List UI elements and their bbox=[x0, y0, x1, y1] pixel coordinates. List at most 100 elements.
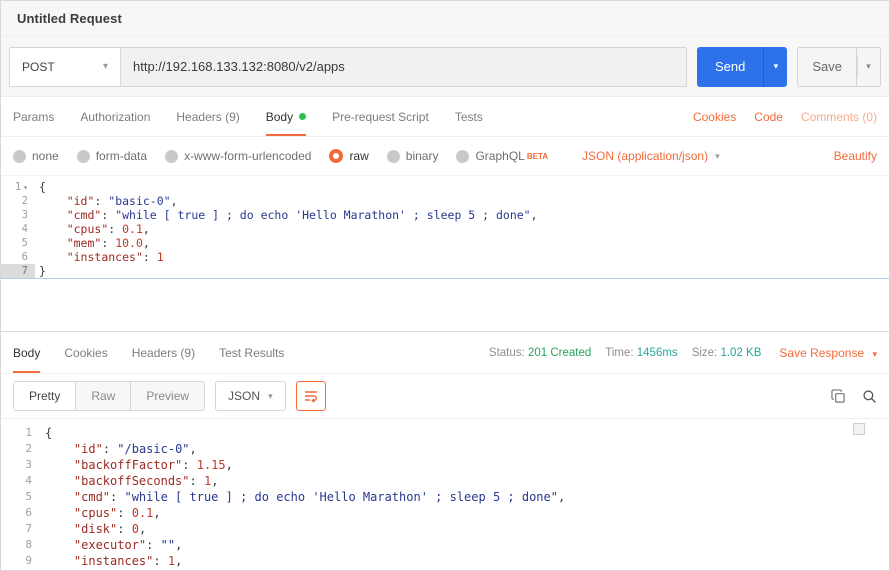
line-number: 5 bbox=[1, 489, 41, 505]
response-tab-test-results[interactable]: Test Results bbox=[219, 332, 284, 373]
line-number: 9 bbox=[1, 553, 41, 569]
line-number: 2 bbox=[1, 194, 35, 208]
copy-icon bbox=[831, 389, 846, 404]
code-line: 1{ bbox=[1, 425, 889, 441]
body-type-none[interactable]: none bbox=[13, 149, 59, 163]
response-meta: Status: 201 Created Time: 1456ms Size: 1… bbox=[475, 332, 877, 373]
body-type-graphql[interactable]: GraphQL BETA bbox=[456, 149, 548, 163]
code-text: "id": "/basic-0", bbox=[41, 441, 197, 457]
code-line: 3 "backoffFactor": 1.15, bbox=[1, 457, 889, 473]
code-text: } bbox=[35, 264, 46, 278]
response-body-viewer[interactable]: 1{2 "id": "/basic-0",3 "backoffFactor": … bbox=[1, 419, 889, 570]
send-button-group: Send ▾ bbox=[697, 47, 787, 87]
cookies-link[interactable]: Cookies bbox=[693, 110, 736, 124]
line-number: 7 bbox=[1, 264, 35, 278]
tab-headers[interactable]: Headers (9) bbox=[176, 97, 239, 136]
response-format-select[interactable]: JSON ▾ bbox=[215, 381, 286, 411]
code-text: "executor": "", bbox=[41, 537, 182, 553]
method-select[interactable]: POST ▾ bbox=[9, 47, 121, 87]
code-text: "labels": {}, bbox=[41, 569, 168, 570]
postman-request-window: Untitled Request POST ▾ Send ▾ Save ▾ Pa… bbox=[1, 1, 889, 570]
response-toolbar-right bbox=[815, 389, 877, 404]
search-response-button[interactable] bbox=[862, 389, 877, 404]
code-line: 8 "executor": "", bbox=[1, 537, 889, 553]
request-title-bar: Untitled Request bbox=[1, 1, 889, 37]
body-type-binary[interactable]: binary bbox=[387, 149, 439, 163]
tab-params[interactable]: Params bbox=[13, 97, 54, 136]
code-text: "cpus": 0.1, bbox=[35, 222, 150, 236]
view-raw-button[interactable]: Raw bbox=[75, 381, 131, 411]
response-scrollbar-thumb[interactable] bbox=[853, 423, 865, 435]
line-number: 2 bbox=[1, 441, 41, 457]
beautify-link[interactable]: Beautify bbox=[834, 149, 877, 163]
code-link[interactable]: Code bbox=[754, 110, 783, 124]
fold-toggle-icon[interactable]: ▾ bbox=[23, 183, 28, 192]
tab-pre-request-script[interactable]: Pre-request Script bbox=[332, 97, 429, 136]
radio-icon bbox=[77, 150, 90, 163]
line-number: 1 bbox=[1, 425, 41, 441]
copy-response-button[interactable] bbox=[831, 389, 846, 404]
request-url-bar: POST ▾ Send ▾ Save ▾ bbox=[1, 37, 889, 97]
response-header: Body Cookies Headers (9) Test Results St… bbox=[1, 331, 889, 373]
beta-badge: BETA bbox=[527, 152, 548, 161]
code-line: 2 "id": "/basic-0", bbox=[1, 441, 889, 457]
body-type-bar: none form-data x-www-form-urlencoded raw… bbox=[1, 137, 889, 175]
code-line: 7} bbox=[1, 264, 889, 278]
radio-icon bbox=[165, 150, 178, 163]
code-line: 10 "labels": {}, bbox=[1, 569, 889, 570]
wrap-text-button[interactable] bbox=[296, 381, 326, 411]
save-button[interactable]: Save bbox=[797, 47, 857, 87]
line-number: 3 bbox=[1, 208, 35, 222]
code-text: "cmd": "while [ true ] ; do echo 'Hello … bbox=[41, 489, 565, 505]
code-line: 6 "instances": 1 bbox=[1, 250, 889, 264]
url-input[interactable] bbox=[121, 47, 687, 87]
chevron-down-icon: ▾ bbox=[866, 61, 871, 71]
code-text: { bbox=[41, 425, 52, 441]
line-number: 3 bbox=[1, 457, 41, 473]
tab-tests[interactable]: Tests bbox=[455, 97, 483, 136]
line-number: 7 bbox=[1, 521, 41, 537]
method-select-value: POST bbox=[22, 60, 55, 74]
line-number: 6 bbox=[1, 505, 41, 521]
request-tabs-right: Cookies Code Comments (0) bbox=[675, 97, 877, 136]
code-line: 9 "instances": 1, bbox=[1, 553, 889, 569]
code-text: "id": "basic-0", bbox=[35, 194, 178, 208]
content-type-select[interactable]: JSON (application/json) ▾ bbox=[582, 149, 720, 163]
code-line: 5 "cmd": "while [ true ] ; do echo 'Hell… bbox=[1, 489, 889, 505]
view-pretty-button[interactable]: Pretty bbox=[13, 381, 76, 411]
code-line: 3 "cmd": "while [ true ] ; do echo 'Hell… bbox=[1, 208, 889, 222]
tab-body[interactable]: Body bbox=[266, 97, 306, 136]
response-tab-headers[interactable]: Headers (9) bbox=[132, 332, 195, 373]
view-preview-button[interactable]: Preview bbox=[130, 381, 205, 411]
code-line: 7 "disk": 0, bbox=[1, 521, 889, 537]
send-options-button[interactable]: ▾ bbox=[763, 47, 787, 87]
response-tab-cookies[interactable]: Cookies bbox=[64, 332, 107, 373]
chevron-down-icon: ▾ bbox=[103, 61, 108, 72]
code-text: "disk": 0, bbox=[41, 521, 146, 537]
line-number: 6 bbox=[1, 250, 35, 264]
request-body-editor[interactable]: 1▾{2 "id": "basic-0",3 "cmd": "while [ t… bbox=[1, 175, 889, 331]
tab-authorization[interactable]: Authorization bbox=[80, 97, 150, 136]
comments-link[interactable]: Comments (0) bbox=[801, 110, 877, 124]
save-options-button[interactable]: ▾ bbox=[857, 47, 881, 87]
code-text: "backoffFactor": 1.15, bbox=[41, 457, 233, 473]
code-text: "cpus": 0.1, bbox=[41, 505, 161, 521]
save-response-button[interactable]: Save Response ▾ bbox=[779, 346, 877, 360]
body-has-content-dot bbox=[299, 113, 306, 120]
code-line: 5 "mem": 10.0, bbox=[1, 236, 889, 250]
radio-selected-icon bbox=[329, 149, 343, 163]
code-line: 2 "id": "basic-0", bbox=[1, 194, 889, 208]
body-type-raw[interactable]: raw bbox=[329, 149, 368, 163]
code-text: "mem": 10.0, bbox=[35, 236, 150, 250]
line-number: 5 bbox=[1, 236, 35, 250]
code-text: "backoffSeconds": 1, bbox=[41, 473, 218, 489]
code-line: 1▾{ bbox=[1, 180, 889, 194]
response-tab-body[interactable]: Body bbox=[13, 332, 40, 373]
size-badge: Size: 1.02 KB bbox=[692, 347, 762, 359]
body-type-x-www-form-urlencoded[interactable]: x-www-form-urlencoded bbox=[165, 149, 311, 163]
send-button[interactable]: Send bbox=[697, 47, 763, 87]
code-text: "instances": 1, bbox=[41, 553, 182, 569]
time-badge: Time: 1456ms bbox=[605, 347, 677, 359]
body-type-form-data[interactable]: form-data bbox=[77, 149, 147, 163]
request-tabs: Params Authorization Headers (9) Body Pr… bbox=[1, 97, 889, 137]
